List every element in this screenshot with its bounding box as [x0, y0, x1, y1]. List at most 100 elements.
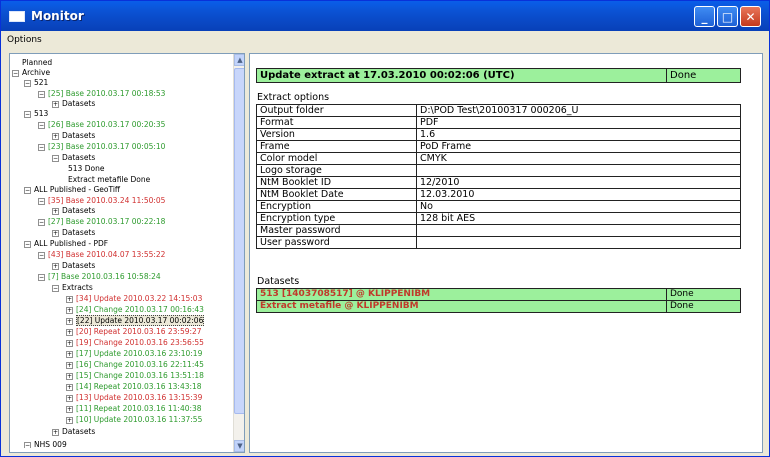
tree-item-extract-selected[interactable]: + [22] Update 2010.03.17 00:02:06 — [66, 315, 205, 326]
collapse-icon[interactable]: − — [38, 198, 45, 205]
option-key: User password — [256, 236, 417, 249]
tree-item-nhs[interactable]: − NHS 009 — [24, 440, 67, 448]
expand-icon[interactable]: + — [66, 406, 73, 413]
collapse-icon[interactable]: − — [38, 122, 45, 129]
extract-status: Done — [666, 68, 741, 83]
maximize-button[interactable]: □ — [717, 6, 738, 27]
expand-icon[interactable]: + — [52, 101, 59, 108]
option-key: Logo storage — [256, 164, 417, 177]
menu-bar: Options — [1, 31, 769, 49]
tree-item-extract[interactable]: + [11] Repeat 2010.03.16 11:40:38 — [66, 404, 202, 414]
tree-item-extract[interactable]: + [20] Repeat 2010.03.16 23:59:27 — [66, 327, 202, 337]
title-bar[interactable]: Monitor _ □ ✕ — [1, 1, 769, 31]
collapse-icon[interactable]: − — [24, 442, 31, 448]
tree-item-datasets[interactable]: − Datasets — [52, 153, 95, 163]
option-value — [416, 164, 741, 177]
tree-item-extract[interactable]: + [34] Update 2010.03.22 14:15:03 — [66, 294, 202, 304]
archive-tree[interactable]: Planned − Archive −521 − [25] Base 2010.03… — [9, 53, 245, 453]
tree-item-521[interactable]: −521 — [24, 78, 48, 88]
expand-icon[interactable]: + — [52, 133, 59, 140]
option-key: NtM Booklet ID — [256, 176, 417, 189]
tree-item-geotiff[interactable]: − ALL Published - GeoTiff — [24, 185, 120, 195]
tree-item-513-done[interactable]: 513 Done — [68, 164, 104, 174]
tree-item-datasets[interactable]: + Datasets — [52, 261, 95, 271]
option-key: Frame — [256, 140, 417, 153]
maximize-icon: □ — [721, 9, 734, 24]
tree-item-extract-done[interactable]: Extract metafile Done — [68, 175, 150, 185]
option-row: NtM Booklet ID 12/2010 — [256, 176, 741, 189]
collapse-icon[interactable]: − — [38, 91, 45, 98]
collapse-icon[interactable]: − — [52, 155, 59, 162]
expand-icon[interactable]: + — [66, 351, 73, 358]
tree-item-extract[interactable]: + [24] Change 2010.03.17 00:16:43 — [66, 305, 204, 315]
tree-item-datasets[interactable]: + Datasets — [52, 427, 95, 437]
tree-item-extracts[interactable]: − Extracts — [52, 283, 93, 293]
tree-item-base[interactable]: − [26] Base 2010.03.17 00:20:35 — [38, 120, 165, 130]
collapse-icon[interactable]: − — [24, 187, 31, 194]
tree-item-base[interactable]: − [25] Base 2010.03.17 00:18:53 — [38, 89, 165, 99]
dataset-row: Extract metafile @ KLIPPENIBM Done — [256, 300, 741, 313]
collapse-icon[interactable]: − — [38, 274, 45, 281]
expand-icon[interactable]: + — [66, 340, 73, 347]
tree-item-extract[interactable]: + [19] Change 2010.03.16 23:56:55 — [66, 338, 204, 348]
close-button[interactable]: ✕ — [740, 6, 761, 27]
collapse-icon[interactable]: − — [38, 252, 45, 259]
collapse-icon[interactable]: − — [24, 111, 31, 118]
tree-item-extract[interactable]: + [13] Update 2010.03.16 13:15:39 — [66, 393, 202, 403]
collapse-icon[interactable]: − — [12, 70, 19, 77]
option-value: D:\POD Test\20100317 000206_U — [416, 104, 741, 117]
tree-item-extract[interactable]: + [14] Repeat 2010.03.16 13:43:18 — [66, 382, 202, 392]
tree-item-pdf[interactable]: − ALL Published - PDF — [24, 239, 108, 249]
scroll-down-icon[interactable]: ▼ — [234, 440, 244, 452]
expand-icon[interactable]: + — [66, 417, 73, 424]
expand-icon[interactable]: + — [52, 230, 59, 237]
tree-item-513[interactable]: −513 — [24, 109, 48, 119]
tree-item-base[interactable]: − [23] Base 2010.03.17 00:05:10 — [38, 142, 165, 152]
expand-icon[interactable]: + — [52, 429, 59, 436]
tree-item-extract[interactable]: + [17] Update 2010.03.16 23:10:19 — [66, 349, 202, 359]
tree-item-extract[interactable]: + [10] Update 2010.03.16 11:37:55 — [66, 415, 202, 425]
tree-item-datasets[interactable]: + Datasets — [52, 99, 95, 109]
expand-icon[interactable]: + — [66, 395, 73, 402]
expand-icon[interactable]: + — [66, 307, 73, 314]
expand-icon[interactable]: + — [52, 208, 59, 215]
option-row: Frame PoD Frame — [256, 140, 741, 153]
option-value: CMYK — [416, 152, 741, 165]
option-row: Logo storage — [256, 164, 741, 177]
tree-item-extract[interactable]: + [15] Change 2010.03.16 13:51:18 — [66, 371, 204, 381]
tree-item-base[interactable]: − [35] Base 2010.03.24 11:50:05 — [38, 196, 165, 206]
collapse-icon[interactable]: − — [52, 285, 59, 292]
window-icon — [9, 10, 25, 22]
option-row: Encryption No — [256, 200, 741, 213]
tree-item-base[interactable]: − [43] Base 2010.04.07 13:55:22 — [38, 250, 165, 260]
option-value: PoD Frame — [416, 140, 741, 153]
option-value: PDF — [416, 116, 741, 129]
collapse-icon[interactable]: − — [38, 144, 45, 151]
expand-icon[interactable]: + — [66, 296, 73, 303]
scroll-thumb[interactable] — [234, 68, 244, 414]
tree-item-datasets[interactable]: + Datasets — [52, 228, 95, 238]
collapse-icon[interactable]: − — [24, 80, 31, 87]
datasets-label: Datasets — [257, 276, 300, 287]
expand-icon[interactable]: + — [66, 373, 73, 380]
collapse-icon[interactable]: − — [38, 219, 45, 226]
expand-icon[interactable]: + — [66, 384, 73, 391]
menu-options[interactable]: Options — [7, 35, 42, 45]
tree-item-base[interactable]: − [27] Base 2010.03.17 00:22:18 — [38, 217, 165, 227]
tree-item-extract[interactable]: + [16] Change 2010.03.16 22:11:45 — [66, 360, 204, 370]
tree-scrollbar[interactable]: ▲ ▼ — [233, 54, 244, 452]
tree-item-base[interactable]: − [7] Base 2010.03.16 10:58:24 — [38, 272, 161, 282]
expand-icon[interactable]: + — [66, 362, 73, 369]
collapse-icon[interactable]: − — [24, 241, 31, 248]
minimize-button[interactable]: _ — [694, 6, 715, 27]
scroll-up-icon[interactable]: ▲ — [234, 54, 244, 66]
tree-item-archive[interactable]: − Archive — [12, 68, 50, 78]
tree-item-datasets[interactable]: + Datasets — [52, 131, 95, 141]
expand-icon[interactable]: + — [66, 329, 73, 336]
option-key: Encryption type — [256, 212, 417, 225]
tree-item-planned[interactable]: Planned — [22, 58, 52, 68]
option-row: Format PDF — [256, 116, 741, 129]
expand-icon[interactable]: + — [52, 263, 59, 270]
tree-item-datasets[interactable]: + Datasets — [52, 206, 95, 216]
expand-icon[interactable]: + — [66, 318, 73, 325]
